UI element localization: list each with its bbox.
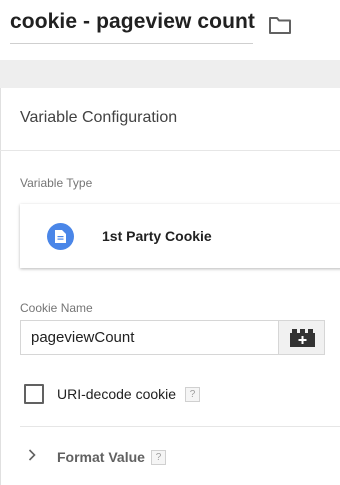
- variable-type-name: 1st Party Cookie: [102, 228, 212, 244]
- format-value-toggle[interactable]: Format Value: [57, 449, 145, 465]
- title-underline: [10, 43, 253, 44]
- section-title: Variable Configuration: [20, 109, 178, 126]
- lego-brick-plus-icon: [290, 329, 315, 347]
- help-icon[interactable]: ?: [185, 387, 200, 402]
- variable-name-title[interactable]: cookie - pageview count: [10, 10, 255, 34]
- variable-type-label: Variable Type: [20, 176, 93, 190]
- variable-picker-button[interactable]: [278, 320, 325, 355]
- document-icon: [47, 223, 74, 250]
- uri-decode-checkbox[interactable]: [24, 384, 44, 404]
- format-divider: [20, 426, 340, 427]
- variable-type-selector[interactable]: 1st Party Cookie: [20, 204, 340, 268]
- cookie-name-input[interactable]: [20, 320, 279, 355]
- folder-icon[interactable]: [268, 15, 292, 35]
- section-divider: [0, 150, 340, 151]
- cookie-name-label: Cookie Name: [20, 301, 93, 315]
- variable-header: cookie - pageview count: [0, 0, 340, 60]
- chevron-right-icon[interactable]: [28, 449, 36, 461]
- header-separator-band: [0, 60, 340, 88]
- help-icon[interactable]: ?: [151, 450, 166, 465]
- uri-decode-label[interactable]: URI-decode cookie: [57, 386, 176, 402]
